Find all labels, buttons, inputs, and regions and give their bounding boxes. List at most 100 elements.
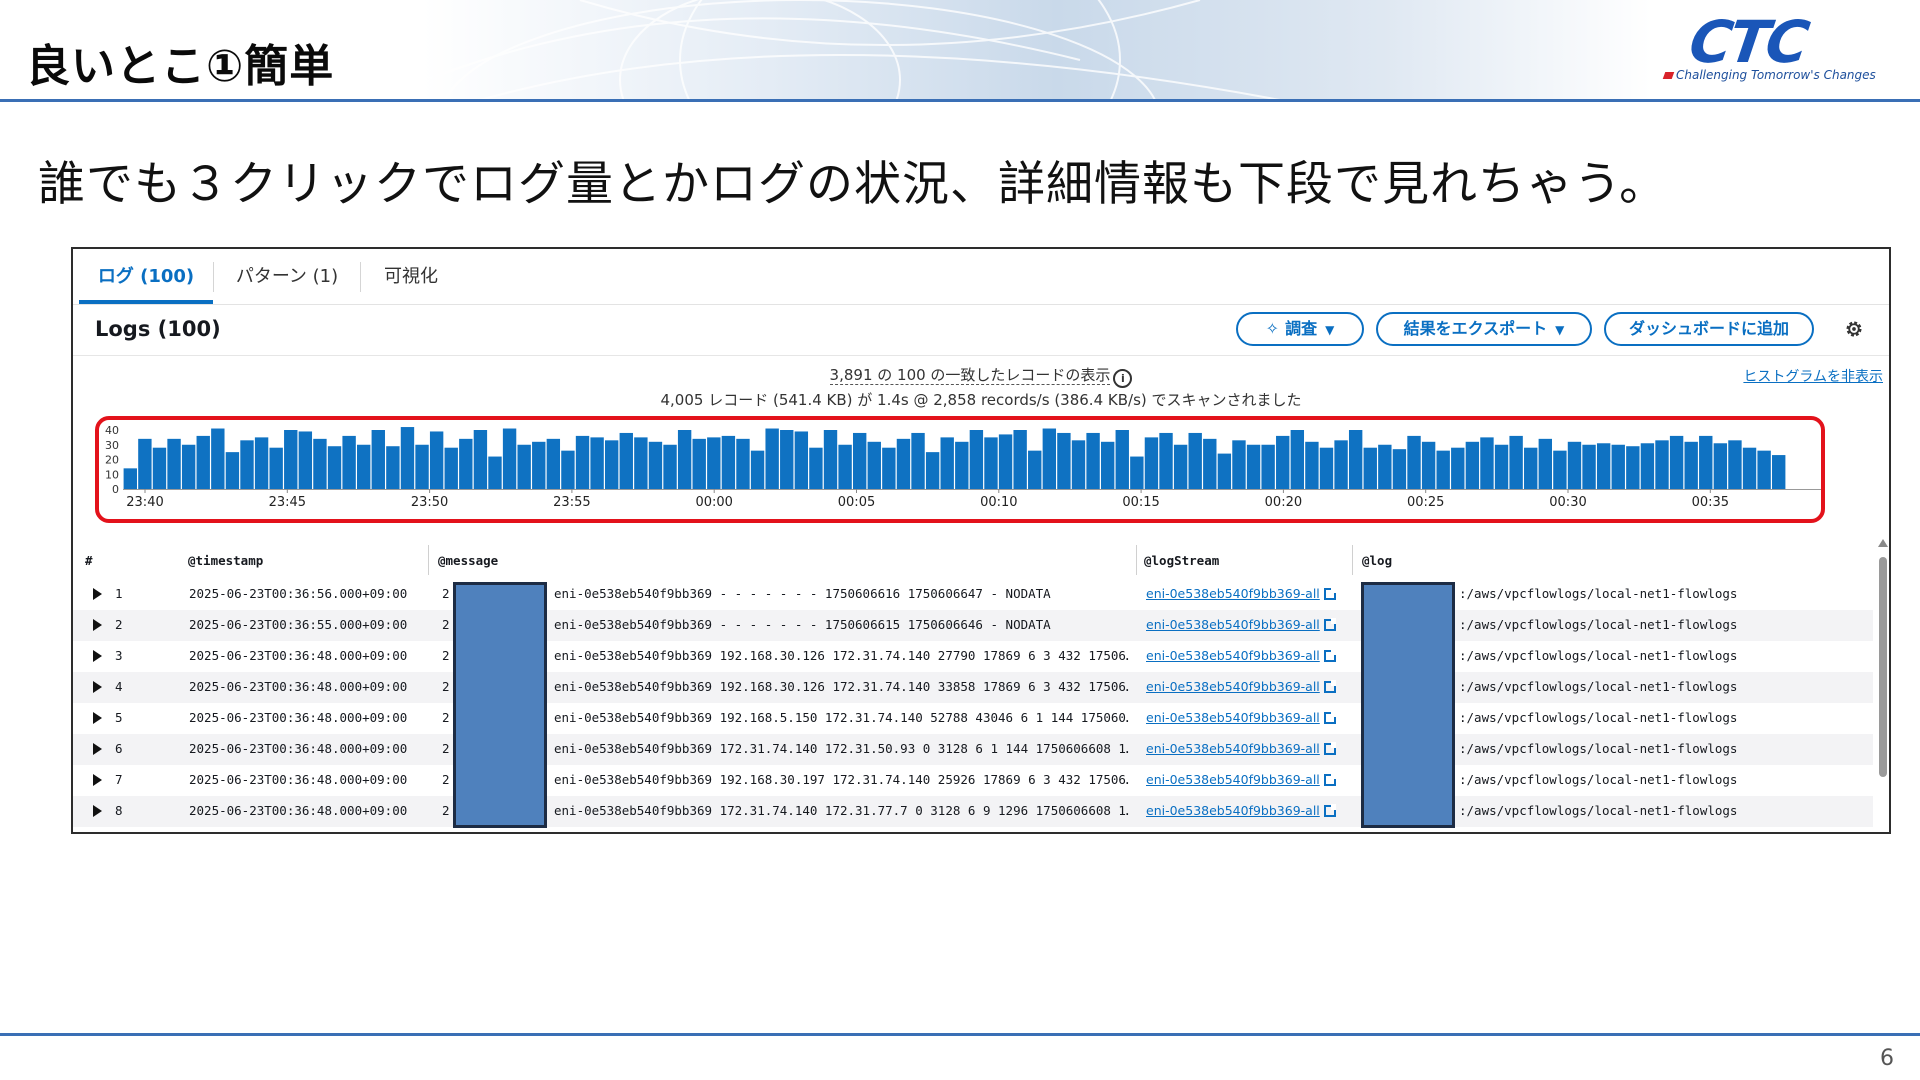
histogram-bar[interactable] [196, 435, 210, 489]
histogram-bar[interactable] [400, 427, 415, 489]
histogram-bar[interactable] [1173, 444, 1188, 489]
histogram-bar[interactable] [532, 441, 546, 489]
histogram-bar[interactable] [342, 435, 356, 489]
logstream-link[interactable]: eni-0e538eb540f9bb369-all [1146, 617, 1320, 632]
table-row[interactable]: 4 2025-06-23T00:36:48.000+09:00 2 eni-0e538… [73, 672, 1873, 703]
histogram-bar[interactable] [1567, 441, 1582, 489]
histogram-bar[interactable] [1348, 430, 1363, 489]
histogram-bar[interactable] [488, 456, 502, 489]
histogram-bar[interactable] [1392, 449, 1407, 489]
expand-row-icon[interactable] [93, 619, 102, 631]
external-link-icon[interactable] [1323, 804, 1336, 817]
histogram-bar[interactable] [750, 450, 765, 489]
histogram-bar[interactable] [1465, 441, 1480, 489]
external-link-icon[interactable] [1323, 587, 1336, 600]
histogram-bar[interactable] [1684, 441, 1698, 489]
expand-row-icon[interactable] [93, 712, 102, 724]
external-link-icon[interactable] [1323, 649, 1336, 662]
histogram-bar[interactable] [1042, 428, 1057, 489]
histogram-bar[interactable] [1188, 432, 1202, 489]
histogram-bar[interactable] [1757, 450, 1771, 489]
histogram-bar[interactable] [619, 432, 633, 489]
investigate-button[interactable]: ✧ 調査 ▼ [1236, 312, 1364, 346]
histogram-bar[interactable] [1772, 455, 1786, 489]
histogram-bar[interactable] [123, 468, 137, 489]
logstream-link[interactable]: eni-0e538eb540f9bb369-all [1146, 803, 1320, 818]
expand-row-icon[interactable] [93, 681, 102, 693]
histogram-bar[interactable] [1538, 438, 1552, 489]
tab-visualization[interactable]: 可視化 [361, 261, 461, 304]
histogram-bar[interactable] [648, 441, 663, 489]
external-link-icon[interactable] [1323, 742, 1336, 755]
external-link-icon[interactable] [1323, 680, 1336, 693]
histogram-bar[interactable] [327, 446, 342, 489]
scroll-thumb[interactable] [1879, 557, 1887, 777]
histogram-bar[interactable] [284, 430, 298, 489]
histogram-bar[interactable] [911, 432, 925, 489]
col-header-timestamp[interactable]: @timestamp [188, 553, 263, 568]
table-scrollbar[interactable] [1877, 539, 1888, 829]
col-header-message[interactable]: @message [438, 553, 498, 568]
histogram-bar[interactable] [269, 447, 283, 489]
histogram-bar[interactable] [1115, 430, 1129, 489]
row-logstream[interactable]: eni-0e538eb540f9bb369-all [1146, 617, 1336, 632]
histogram-bar[interactable] [838, 444, 852, 489]
histogram-bar[interactable] [925, 452, 940, 490]
histogram-bar[interactable] [780, 430, 794, 489]
histogram-bar[interactable] [1144, 437, 1159, 490]
histogram-bar[interactable] [1261, 444, 1275, 489]
col-header-log[interactable]: @log [1362, 553, 1392, 568]
histogram-bar[interactable] [1319, 447, 1334, 489]
histogram-bar[interactable] [1728, 440, 1742, 489]
row-logstream[interactable]: eni-0e538eb540f9bb369-all [1146, 710, 1336, 725]
histogram-bar[interactable] [386, 446, 400, 489]
histogram-bar[interactable] [1713, 443, 1728, 489]
histogram-bar[interactable] [1655, 440, 1669, 489]
histogram-bar[interactable] [313, 438, 327, 489]
histogram-bar[interactable] [1524, 447, 1538, 489]
histogram-bar[interactable] [590, 437, 604, 490]
histogram-bar[interactable] [1217, 453, 1232, 489]
histogram-bar[interactable] [444, 447, 458, 489]
histogram-bar[interactable] [1421, 441, 1436, 489]
histogram-bar[interactable] [546, 438, 561, 489]
table-row[interactable]: 6 2025-06-23T00:36:48.000+09:00 2 eni-0e538… [73, 734, 1873, 765]
logstream-link[interactable]: eni-0e538eb540f9bb369-all [1146, 679, 1320, 694]
histogram-bar[interactable] [1436, 450, 1450, 489]
histogram-bar[interactable] [867, 441, 881, 489]
histogram-bar[interactable] [765, 428, 779, 489]
histogram-bar[interactable] [415, 444, 429, 489]
row-logstream[interactable]: eni-0e538eb540f9bb369-all [1146, 679, 1336, 694]
export-results-button[interactable]: 結果をエクスポート ▼ [1376, 312, 1592, 346]
histogram-bar[interactable] [1028, 450, 1042, 489]
histogram-bar[interactable] [225, 452, 240, 490]
histogram-bar[interactable] [823, 430, 838, 489]
histogram-bar[interactable] [634, 437, 648, 490]
histogram-bar[interactable] [1626, 446, 1640, 489]
histogram-bar[interactable] [1071, 440, 1086, 489]
histogram-bar[interactable] [955, 441, 969, 489]
scroll-up-arrow-icon[interactable] [1878, 539, 1888, 547]
histogram-bar[interactable] [1611, 444, 1625, 489]
logstream-link[interactable]: eni-0e538eb540f9bb369-all [1146, 772, 1320, 787]
histogram-bar[interactable] [1640, 443, 1655, 489]
histogram-bar[interactable] [254, 437, 269, 490]
histogram-bar[interactable] [1305, 441, 1319, 489]
histogram-bar[interactable] [502, 428, 517, 489]
histogram-bar[interactable] [794, 431, 809, 489]
table-row[interactable]: 7 2025-06-23T00:36:48.000+09:00 2 eni-0e538… [73, 765, 1873, 796]
external-link-icon[interactable] [1323, 711, 1336, 724]
table-row[interactable]: 5 2025-06-23T00:36:48.000+09:00 2 eni-0e538… [73, 703, 1873, 734]
histogram-bar[interactable] [1494, 444, 1509, 489]
histogram-bar[interactable] [298, 431, 313, 489]
histogram-bar[interactable] [998, 434, 1013, 489]
histogram-bar[interactable] [940, 437, 954, 490]
histogram-bar[interactable] [707, 437, 721, 490]
table-row[interactable]: 2 2025-06-23T00:36:55.000+09:00 2 eni-0e538… [73, 610, 1873, 641]
histogram-bar[interactable] [1480, 437, 1494, 490]
row-logstream[interactable]: eni-0e538eb540f9bb369-all [1146, 648, 1336, 663]
histogram-bar[interactable] [1203, 438, 1217, 489]
logstream-link[interactable]: eni-0e538eb540f9bb369-all [1146, 710, 1320, 725]
tab-patterns[interactable]: パターン (1) [214, 261, 360, 304]
histogram-bar[interactable] [852, 432, 867, 489]
